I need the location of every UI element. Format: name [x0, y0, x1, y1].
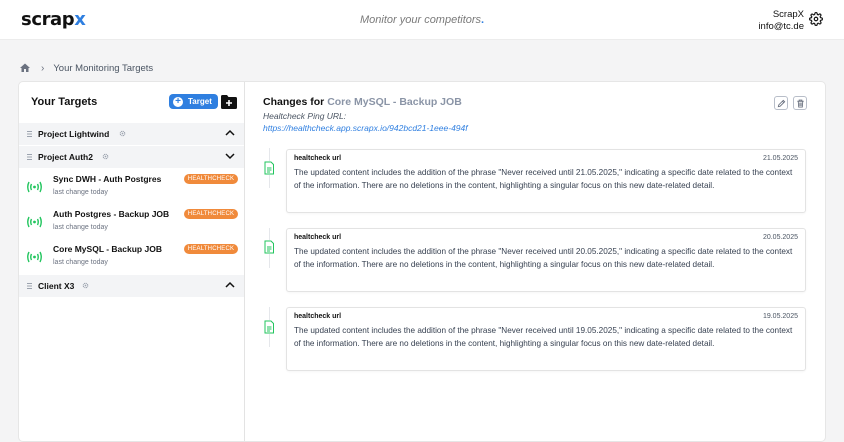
healthcheck-badge: HEALTHCHECK	[184, 209, 238, 219]
change-entry-date: 19.05.2025	[762, 313, 798, 320]
chevron-right-icon: ›	[41, 62, 45, 74]
add-target-button[interactable]: + Target	[169, 94, 218, 109]
changes-panel: Changes for Core MySQL - Backup JOB Heal…	[245, 82, 825, 441]
caret-up-icon[interactable]	[225, 281, 235, 289]
target-name: Sync DWH - Auth Postgres	[53, 174, 162, 184]
ping-url-link[interactable]: https://healthcheck.app.scrapx.io/942bcd…	[263, 123, 468, 133]
top-header: scrapx Monitor your competitors. ScrapX …	[0, 0, 844, 40]
edit-button[interactable]	[774, 96, 788, 110]
target-item[interactable]: Sync DWH - Auth Postgres last change tod…	[19, 170, 244, 204]
group-project-lightwind[interactable]: Project Lightwind	[19, 123, 244, 145]
target-last-change: last change today	[53, 189, 108, 196]
healthcheck-badge: HEALTHCHECK	[184, 174, 238, 184]
caret-down-icon[interactable]	[225, 152, 235, 160]
change-entry: healtcheck url 21.05.2025 The updated co…	[286, 149, 806, 213]
target-last-change: last change today	[53, 259, 108, 266]
group-project-auth2[interactable]: Project Auth2	[19, 146, 244, 168]
delete-button[interactable]	[793, 96, 807, 110]
caret-up-icon[interactable]	[225, 129, 235, 137]
document-icon	[263, 320, 275, 334]
drag-handle-icon[interactable]	[27, 283, 32, 289]
targets-panel: Your Targets + Target Project Lightwind …	[19, 82, 245, 441]
drag-handle-icon[interactable]	[27, 131, 32, 137]
changes-title-prefix: Changes for	[263, 96, 325, 108]
breadcrumb-current: Your Monitoring Targets	[53, 62, 154, 74]
trash-icon	[796, 99, 804, 108]
healthcheck-badge: HEALTHCHECK	[184, 244, 238, 254]
add-folder-icon[interactable]	[221, 94, 237, 109]
settings-cog-icon[interactable]	[119, 130, 126, 137]
target-name: Core MySQL - Backup JOB	[53, 244, 162, 254]
add-target-label: Target	[188, 97, 212, 106]
home-icon[interactable]	[19, 62, 31, 74]
changes-title: Changes for Core MySQL - Backup JOB	[263, 96, 462, 108]
gear-icon[interactable]	[809, 12, 823, 26]
changes-target-name: Core MySQL - Backup JOB	[327, 96, 462, 108]
plus-circle-icon: +	[173, 96, 183, 107]
change-entry-title: healtcheck url	[294, 234, 342, 241]
change-entry-date: 21.05.2025	[762, 155, 798, 162]
change-entry-text: The updated content includes the additio…	[294, 168, 793, 191]
signal-icon	[27, 181, 42, 193]
document-icon	[263, 240, 275, 254]
change-entry-text: The updated content includes the additio…	[294, 247, 793, 270]
main-card: Your Targets + Target Project Lightwind …	[18, 81, 826, 442]
group-client-x3[interactable]: Client X3	[19, 275, 244, 297]
app-logo[interactable]: scrapx	[21, 9, 86, 30]
change-entry: healtcheck url 20.05.2025 The updated co…	[286, 228, 806, 292]
breadcrumb: › Your Monitoring Targets	[19, 61, 153, 75]
tagline: Monitor your competitors.	[360, 14, 485, 26]
change-entry-text: The updated content includes the additio…	[294, 326, 793, 349]
drag-handle-icon[interactable]	[27, 154, 32, 160]
change-entry-date: 20.05.2025	[762, 234, 798, 241]
user-info[interactable]: ScrapX info@tc.de	[758, 9, 804, 32]
ping-url-label: Healtcheck Ping URL:	[263, 111, 347, 121]
target-item-selected[interactable]: Core MySQL - Backup JOB last change toda…	[19, 240, 244, 274]
settings-cog-icon[interactable]	[102, 153, 109, 160]
change-entry: healtcheck url 19.05.2025 The updated co…	[286, 307, 806, 371]
edit-icon	[777, 99, 785, 107]
change-entry-title: healtcheck url	[294, 155, 342, 162]
group-name: Project Auth2	[38, 152, 93, 162]
signal-icon	[27, 251, 42, 263]
group-name: Project Lightwind	[38, 129, 110, 139]
target-last-change: last change today	[53, 224, 108, 231]
target-name: Auth Postgres - Backup JOB	[53, 209, 170, 219]
user-name: ScrapX	[772, 9, 804, 20]
group-name: Client X3	[38, 281, 75, 291]
settings-cog-icon[interactable]	[82, 282, 89, 289]
signal-icon	[27, 216, 42, 228]
document-icon	[263, 161, 275, 175]
targets-title: Your Targets	[31, 96, 98, 108]
target-item[interactable]: Auth Postgres - Backup JOB last change t…	[19, 205, 244, 239]
change-entry-title: healtcheck url	[294, 313, 342, 320]
user-email: info@tc.de	[758, 20, 804, 32]
